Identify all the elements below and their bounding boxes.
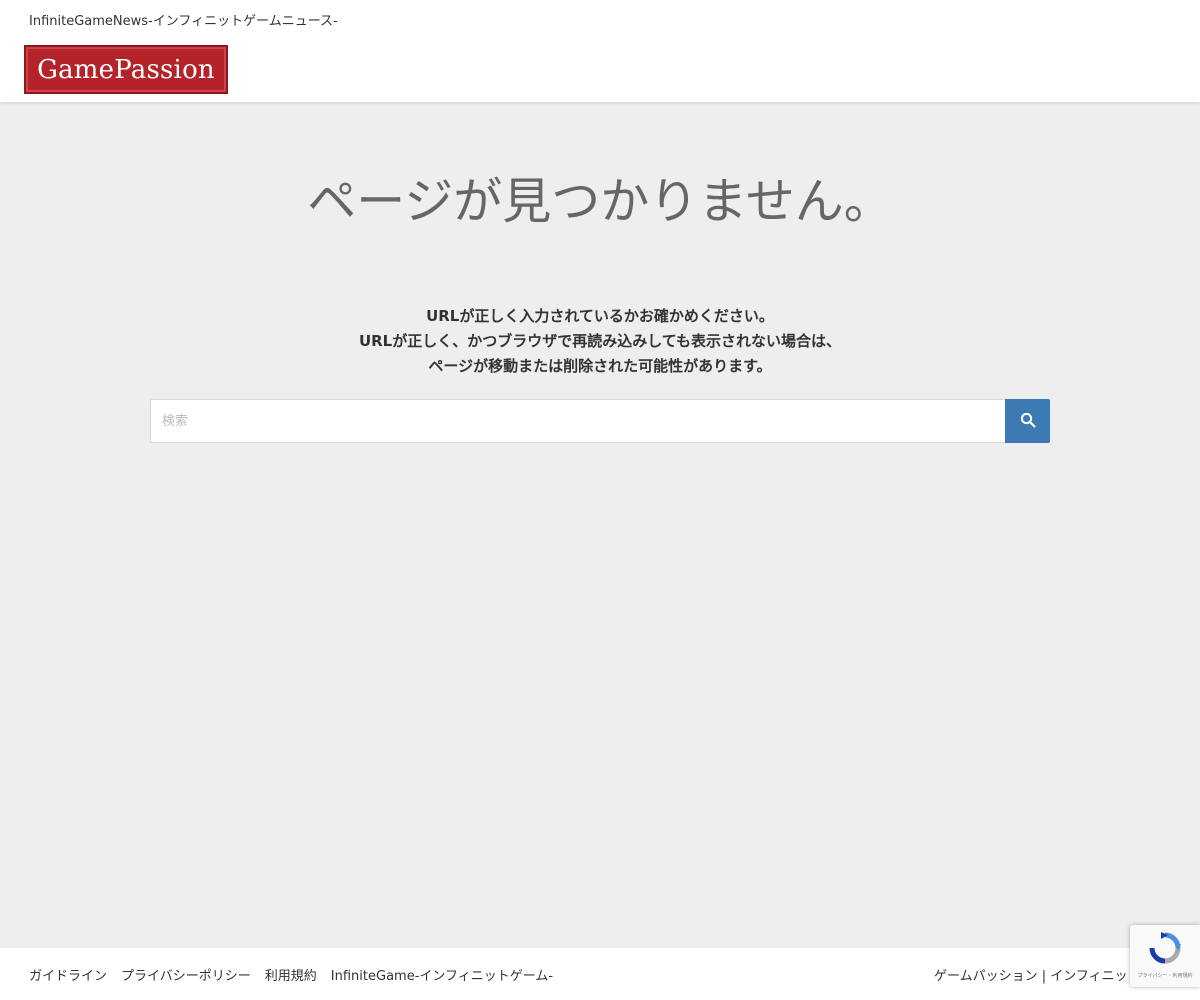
- logo-text: GamePassion: [37, 54, 215, 85]
- not-found-message: URLが正しく入力されているかお確かめください。 URLが正しく、かつブラウザで…: [0, 304, 1200, 379]
- page-title: ページが見つかりません。: [307, 173, 893, 230]
- message-line: ページが移動または削除された可能性があります。: [428, 357, 772, 375]
- message-line: URLが正しく、かつブラウザで再読み込みしても表示されない場合は、: [358, 332, 842, 350]
- search-form: [150, 399, 1050, 443]
- footer-link-privacy-policy[interactable]: プライバシーポリシー: [121, 965, 251, 984]
- recaptcha-text[interactable]: プライバシー・利用規約: [1138, 972, 1193, 979]
- search-icon: [1020, 412, 1036, 431]
- footer-copyright: ゲームパッション | インフィニットゲーム: [934, 969, 1128, 984]
- search-input[interactable]: [150, 399, 1005, 443]
- search-button[interactable]: [1005, 399, 1050, 443]
- main-content: ページが見つかりません。 URLが正しく入力されているかお確かめください。 UR…: [0, 102, 1200, 948]
- message-line: URLが正しく入力されているかお確かめください。: [426, 307, 774, 325]
- footer-link-infinitegame[interactable]: InfiniteGame-インフィニットゲーム-: [331, 965, 553, 984]
- site-header: InfiniteGameNews-インフィニットゲームニュース- GamePas…: [0, 0, 1200, 102]
- recaptcha-badge[interactable]: プライバシー・利用規約: [1130, 925, 1200, 987]
- footer-nav: ガイドライン プライバシーポリシー 利用規約 InfiniteGame-インフィ…: [29, 965, 553, 984]
- site-footer: ガイドライン プライバシーポリシー 利用規約 InfiniteGame-インフィ…: [0, 948, 1200, 1000]
- recaptcha-icon: [1148, 931, 1182, 969]
- site-tagline: InfiniteGameNews-インフィニットゲームニュース-: [29, 14, 338, 29]
- footer-link-terms[interactable]: 利用規約: [265, 965, 317, 984]
- footer-link-guidelines[interactable]: ガイドライン: [29, 965, 107, 984]
- site-logo[interactable]: GamePassion: [24, 45, 228, 94]
